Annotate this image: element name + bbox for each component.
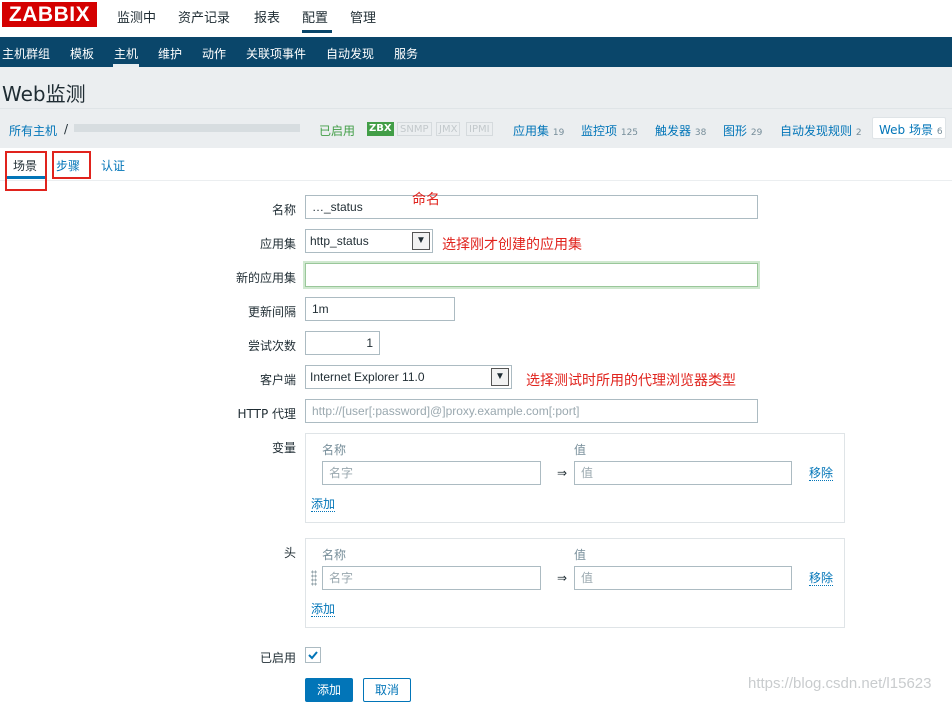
breadcrumb-discovery-rules[interactable]: 自动发现规则 2 (780, 122, 862, 139)
arrow-icon: ⇒ (557, 466, 568, 480)
arrow-icon: ⇒ (557, 571, 568, 585)
title-area: Web监测 (0, 67, 952, 108)
application-label: 应用集 (259, 237, 296, 251)
agent-label: 客户端 (259, 373, 296, 387)
headers-label: 头 (283, 546, 296, 560)
tab-bar: 场景 步骤 认证 (0, 148, 952, 181)
topmenu-configuration[interactable]: 配置 (302, 7, 328, 26)
add-button[interactable]: 添加 (305, 678, 353, 702)
proxy-input[interactable]: http://[user[:password]@]proxy.example.c… (305, 399, 758, 423)
submenu-maintenance[interactable]: 维护 (158, 45, 182, 62)
breadcrumb-web-scenarios-box[interactable]: Web 场景 6 (872, 117, 946, 139)
annotation-application: 选择刚才创建的应用集 (442, 237, 582, 253)
redacted-host-name (74, 124, 300, 132)
breadcrumb-separator: / (64, 122, 69, 136)
new-application-input[interactable] (305, 263, 758, 287)
enabled-label: 已启用 (259, 651, 296, 665)
active-menu-indicator (302, 30, 332, 33)
breadcrumb-web-scenarios[interactable]: Web 场景 6 (879, 121, 943, 138)
protocol-zbx: ZBX (367, 122, 394, 136)
update-interval-input[interactable]: 1m (305, 297, 455, 321)
agent-select-value: Internet Explorer 11.0 (310, 370, 425, 384)
submenu-templates[interactable]: 模板 (70, 45, 94, 62)
new-application-label: 新的应用集 (235, 271, 296, 285)
chevron-down-icon: ▼ (412, 232, 430, 250)
protocol-jmx: JMX (436, 122, 461, 136)
variable-name-input[interactable]: 名字 (322, 461, 541, 485)
proxy-label: HTTP 代理 (237, 407, 296, 421)
header-remove-link[interactable]: 移除 (809, 571, 834, 586)
variables-col-value: 值 (574, 443, 587, 457)
variables-label: 变量 (271, 441, 296, 455)
topmenu-reports[interactable]: 报表 (254, 7, 280, 26)
tab-authentication[interactable]: 认证 (101, 157, 125, 174)
header-name-input[interactable]: 名字 (322, 566, 541, 590)
sub-menu: 主机群组 模板 主机 维护 动作 关联项事件 自动发现 服务 (0, 37, 952, 67)
variable-value-input[interactable]: 值 (574, 461, 792, 485)
agent-select[interactable]: Internet Explorer 11.0 ▼ (305, 365, 512, 389)
variable-remove-link[interactable]: 移除 (809, 466, 834, 481)
update-interval-label: 更新间隔 (247, 305, 296, 319)
host-breadcrumb: 所有主机 / 已启用 ZBX SNMP JMX IPMI 应用集 19 监控项 … (0, 108, 952, 148)
breadcrumb-graphs[interactable]: 图形 29 (723, 122, 762, 139)
annotation-name: 命名 (412, 192, 440, 208)
variables-col-name: 名称 (322, 443, 347, 457)
annotation-agent: 选择测试时所用的代理浏览器类型 (526, 373, 736, 389)
attempts-input[interactable]: 1 (305, 331, 380, 355)
checkmark-icon (308, 651, 318, 660)
headers-col-name: 名称 (322, 548, 347, 562)
protocol-ipmi: IPMI (466, 122, 493, 136)
highlight-box-steps (52, 151, 91, 179)
attempts-label: 尝试次数 (247, 339, 296, 353)
zabbix-logo[interactable]: ZABBIX (2, 2, 97, 27)
topmenu-administration[interactable]: 管理 (350, 7, 376, 26)
top-bar: ZABBIX 监测中 资产记录 报表 配置 管理 (0, 0, 952, 37)
chevron-down-icon: ▼ (491, 368, 509, 386)
header-value-input[interactable]: 值 (574, 566, 792, 590)
enabled-checkbox[interactable] (305, 647, 321, 663)
highlight-box-scenario (5, 151, 47, 191)
headers-col-value: 值 (574, 548, 587, 562)
breadcrumb-all-hosts[interactable]: 所有主机 (9, 122, 57, 139)
header-add-link[interactable]: 添加 (311, 602, 336, 617)
name-label: 名称 (271, 203, 296, 217)
variable-add-link[interactable]: 添加 (311, 497, 336, 512)
submenu-hosts[interactable]: 主机 (114, 45, 138, 62)
breadcrumb-applications[interactable]: 应用集 19 (513, 122, 564, 139)
page-title: Web监测 (2, 82, 86, 106)
submenu-correlation[interactable]: 关联项事件 (246, 45, 306, 62)
application-select[interactable]: http_status ▼ (305, 229, 433, 253)
application-select-value: http_status (310, 234, 369, 248)
topmenu-monitoring[interactable]: 监测中 (117, 7, 156, 26)
submenu-actions[interactable]: 动作 (202, 45, 226, 62)
watermark: https://blog.csdn.net/l15623 (748, 675, 932, 692)
topmenu-inventory[interactable]: 资产记录 (178, 7, 230, 26)
submenu-host-groups[interactable]: 主机群组 (2, 45, 50, 62)
submenu-services[interactable]: 服务 (394, 45, 418, 62)
name-input[interactable]: …_status (305, 195, 758, 219)
breadcrumb-triggers[interactable]: 触发器 38 (655, 122, 706, 139)
host-status[interactable]: 已启用 (319, 122, 355, 139)
breadcrumb-items[interactable]: 监控项 125 (581, 122, 638, 139)
cancel-button[interactable]: 取消 (363, 678, 411, 702)
submenu-discovery[interactable]: 自动发现 (326, 45, 374, 62)
drag-handle-icon[interactable] (311, 570, 317, 586)
protocol-snmp: SNMP (397, 122, 432, 136)
